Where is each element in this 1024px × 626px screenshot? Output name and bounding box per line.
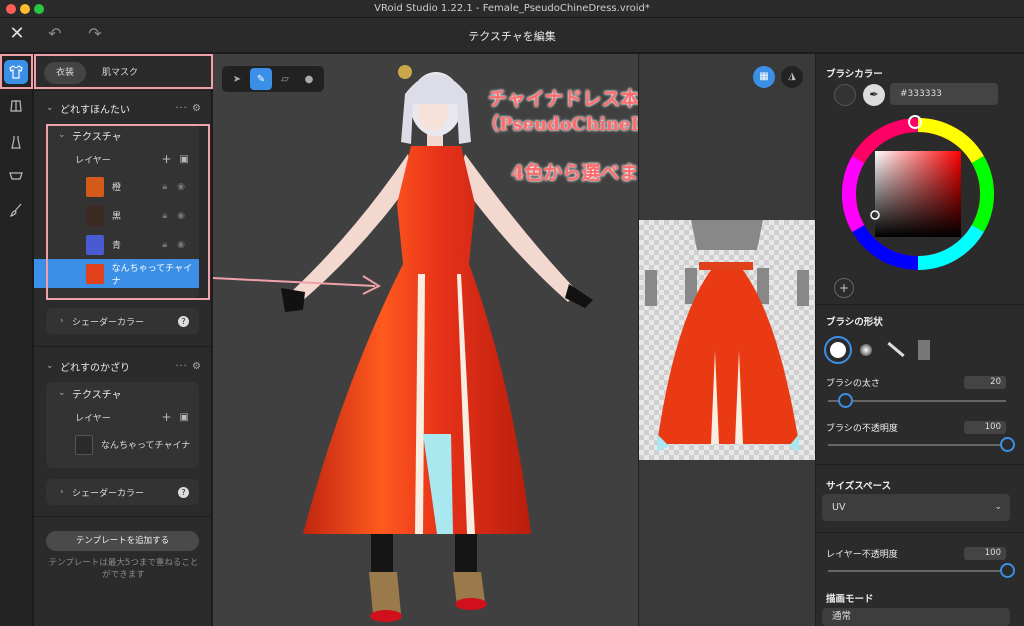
- layer-opacity-slider[interactable]: [828, 563, 1015, 578]
- uv-map: [639, 220, 815, 460]
- brush-opacity-label: ブラシの不透明度: [826, 424, 898, 434]
- grid-toggle-icon[interactable]: ▦: [753, 66, 775, 88]
- bottoms-icon: [9, 172, 23, 180]
- add-layer-icon[interactable]: +: [161, 410, 171, 424]
- chevron-right-icon: ›: [60, 316, 64, 326]
- brush-size-slider[interactable]: [828, 393, 1006, 408]
- group-title: どれすのかざり: [60, 362, 130, 374]
- texture-card: ⌄ テクスチャ レイヤー + ▣ なんちゃってチャイナ: [46, 382, 199, 468]
- chevron-down-icon: ⌄: [994, 502, 1002, 512]
- app-bar: ✕ ↶ ↷ テクスチャを編集: [0, 18, 1024, 53]
- template-note: テンプレートは最大5つまで重ねることができます: [48, 558, 199, 580]
- list-item[interactable]: なんちゃってチャイナ: [46, 430, 199, 459]
- brush-size-input[interactable]: 20: [964, 376, 1006, 389]
- texture-header[interactable]: ⌄ テクスチャ: [46, 382, 199, 404]
- window-title: VRoid Studio 1.22.1 - Female_PseudoChine…: [374, 3, 650, 14]
- mirror-toggle-icon[interactable]: ◮: [781, 66, 803, 88]
- brush-size-knob[interactable]: [838, 393, 853, 408]
- size-space-value: UV: [832, 502, 846, 513]
- import-image-icon[interactable]: ▣: [180, 412, 189, 423]
- jacket-icon: [10, 100, 22, 112]
- shader-color-row[interactable]: › シェーダーカラー ?: [46, 308, 199, 334]
- current-color-swatch[interactable]: [834, 84, 856, 106]
- chevron-right-icon: ›: [60, 487, 64, 497]
- layer-name: なんちゃってチャイナ: [101, 441, 191, 451]
- soft-brush-icon[interactable]: [860, 344, 872, 356]
- 3d-viewport[interactable]: ➤ ✎ ▱ ● チャイナドレス本 （PseudoChine 4色から選べま: [213, 54, 638, 626]
- layers-header: レイヤー + ▣: [46, 404, 199, 430]
- shader-color-label: シェーダーカラー: [72, 317, 145, 328]
- accessory-category-button[interactable]: [4, 198, 28, 222]
- dress-icon: [11, 136, 21, 149]
- brush-shape-label: ブラシの形状: [826, 317, 883, 328]
- highlight-box-layers: [46, 124, 210, 300]
- add-template-button[interactable]: テンプレートを追加する: [46, 531, 199, 551]
- more-icon[interactable]: ··· ⚙: [175, 361, 202, 372]
- brush-size-label: ブラシの太さ: [826, 379, 880, 389]
- avatar-model: [213, 65, 593, 622]
- more-icon[interactable]: ··· ⚙: [175, 103, 202, 114]
- chevron-down-icon: ⌄: [46, 103, 54, 113]
- size-space-select[interactable]: UV ⌄: [822, 494, 1010, 521]
- highlight-box-tabs: [34, 54, 213, 89]
- tops-category-button[interactable]: [4, 94, 28, 118]
- annotation-line-3: 4色から選べます: [511, 162, 638, 184]
- layer-opacity-label: レイヤー不透明度: [826, 550, 898, 560]
- line-brush-icon[interactable]: [887, 341, 905, 358]
- hard-brush-icon: [830, 342, 846, 358]
- help-icon[interactable]: ?: [178, 486, 189, 498]
- chevron-down-icon: ⌄: [46, 361, 54, 371]
- group-title: どれすほんたい: [60, 104, 130, 116]
- add-swatch-button[interactable]: +: [834, 278, 854, 298]
- texture-brush-icon[interactable]: [918, 340, 930, 360]
- hex-input[interactable]: #333333: [890, 83, 998, 105]
- hard-brush-option[interactable]: [824, 336, 852, 364]
- draw-mode-value: 通常: [832, 611, 852, 622]
- color-wheel[interactable]: [838, 114, 998, 274]
- draw-mode-select[interactable]: 通常: [822, 608, 1010, 626]
- highlight-box-rail: [0, 54, 33, 89]
- layer-thumbnail: [75, 434, 93, 455]
- brush-settings-panel: ブラシカラー ✒ #333333 + ブラシの形状 ブラシの太さ 20 ブラシの…: [816, 54, 1024, 626]
- layer-opacity-input[interactable]: 100: [964, 547, 1006, 560]
- page-title: テクスチャを編集: [468, 30, 556, 43]
- chevron-down-icon: ⌄: [58, 388, 66, 398]
- eyedropper-icon[interactable]: ✒: [863, 84, 885, 106]
- uv-texture-pane[interactable]: ▦ ◮: [639, 54, 815, 626]
- texture-label: テクスチャ: [72, 389, 122, 401]
- brush-color-label: ブラシカラー: [826, 69, 883, 80]
- annotation-line-2: （PseudoChineDress）: [481, 114, 638, 135]
- brush-opacity-slider[interactable]: [828, 437, 1015, 452]
- group-header-dress-accessory[interactable]: ⌄ どれすのかざり ··· ⚙: [46, 356, 202, 376]
- brush-opacity-input[interactable]: 100: [964, 421, 1006, 434]
- brush-opacity-knob[interactable]: [1000, 437, 1015, 452]
- help-icon[interactable]: ?: [178, 315, 189, 327]
- title-bar: VRoid Studio 1.22.1 - Female_PseudoChine…: [0, 0, 1024, 18]
- category-rail: [0, 54, 33, 626]
- shader-color-row[interactable]: › シェーダーカラー ?: [46, 479, 199, 505]
- layers-label: レイヤー: [75, 413, 111, 424]
- dress-category-button[interactable]: [4, 130, 28, 154]
- shader-color-label: シェーダーカラー: [72, 488, 145, 499]
- annotation-line-1: チャイナドレス本体: [488, 88, 638, 110]
- group-header-dress-body[interactable]: ⌄ どれすほんたい ··· ⚙: [46, 98, 202, 118]
- brush-icon: [10, 203, 22, 217]
- size-space-label: サイズスペース: [826, 481, 892, 492]
- draw-mode-label: 描画モード: [826, 594, 874, 605]
- bottoms-category-button[interactable]: [4, 164, 28, 188]
- layer-opacity-knob[interactable]: [1000, 563, 1015, 578]
